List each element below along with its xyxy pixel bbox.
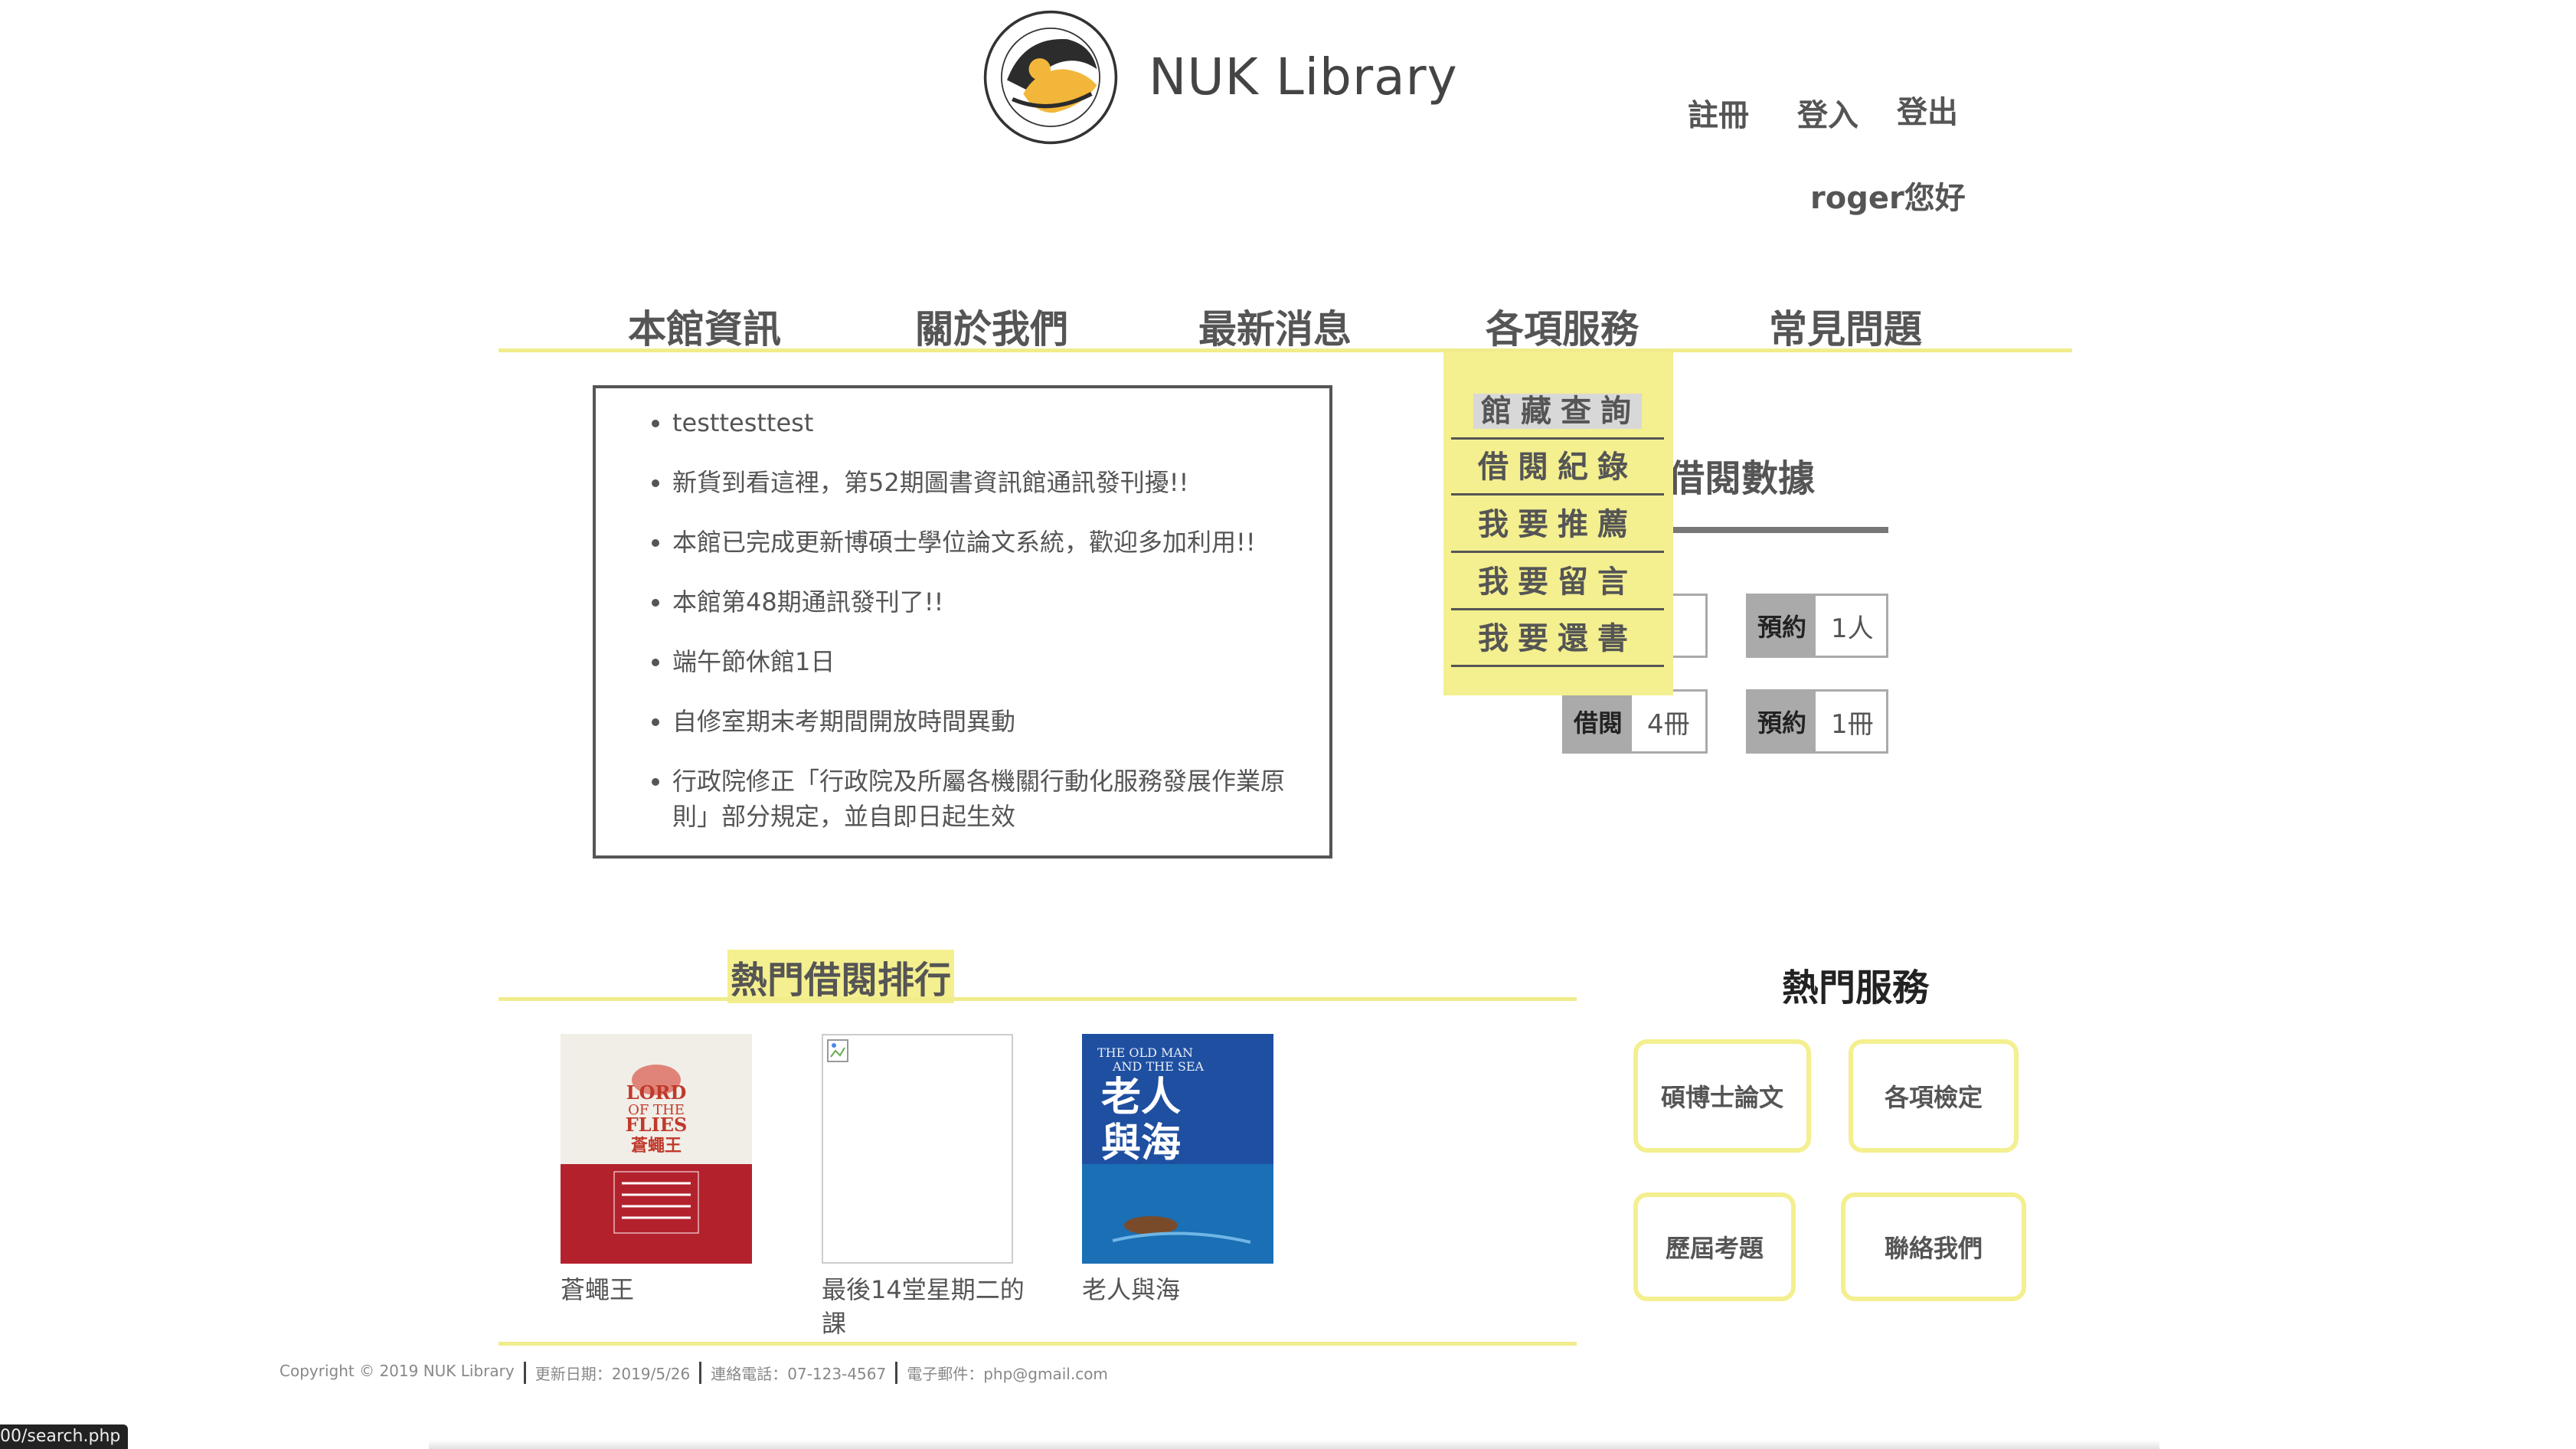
- nav-faq[interactable]: 常見問題: [1769, 299, 1922, 354]
- service-thesis-button[interactable]: 碩博士論文: [1633, 1039, 1811, 1153]
- logout-link[interactable]: 登出: [1897, 87, 1958, 132]
- stat-label: 預約: [1748, 692, 1816, 751]
- news-item[interactable]: 端午節休館1日: [672, 644, 1299, 679]
- university-logo: [983, 10, 1118, 145]
- book-title[interactable]: 蒼蠅王: [561, 1273, 767, 1307]
- book-cover-lord-of-the-flies[interactable]: LORD OF THE FLIES 蒼蠅王: [561, 1034, 752, 1264]
- services-dropdown-menu: 館藏查詢 借閱紀錄 我要推薦 我要留言 我要還書: [1443, 352, 1673, 695]
- stat-reserve-books-box: 預約 1冊: [1746, 689, 1888, 754]
- dropdown-item-recommend[interactable]: 我要推薦: [1451, 500, 1664, 553]
- svg-text:蒼蠅王: 蒼蠅王: [631, 1137, 682, 1156]
- service-contact-button[interactable]: 聯絡我們: [1841, 1192, 2026, 1301]
- dropdown-item-catalog-search[interactable]: 館藏查詢: [1451, 387, 1664, 440]
- user-greeting: roger您好: [1810, 181, 1966, 216]
- stat-value: 1冊: [1831, 708, 1874, 740]
- popular-books-title: 熱門借閱排行: [727, 950, 955, 1003]
- svg-text:FLIES: FLIES: [626, 1114, 688, 1136]
- footer-phone: 連絡電話：07-123-4567: [711, 1362, 898, 1384]
- page-bottom-shadow: [429, 1440, 2159, 1449]
- popular-divider: [499, 997, 1577, 1001]
- register-link[interactable]: 註冊: [1688, 90, 1749, 135]
- dropdown-item-return-book[interactable]: 我要還書: [1451, 614, 1664, 667]
- news-item[interactable]: 本館已完成更新博碩士學位論文系統，歡迎多加利用!!: [672, 525, 1299, 560]
- nav-about-us[interactable]: 關於我們: [915, 299, 1068, 354]
- news-list-box: testtesttest 新貨到看這裡，第52期圖書資訊館通訊發刊擾!! 本館已…: [593, 385, 1332, 859]
- svg-text:LORD: LORD: [626, 1081, 687, 1104]
- news-item[interactable]: 行政院修正「行政院及所屬各機關行動化服務發展作業原則」部分規定，並自即日起生效: [672, 764, 1299, 834]
- broken-image-icon: [827, 1039, 848, 1062]
- svg-text:老人: 老人: [1101, 1074, 1181, 1120]
- stat-borrow-books-box: 借閱 4冊: [1562, 689, 1708, 754]
- svg-text:AND THE SEA: AND THE SEA: [1112, 1059, 1205, 1074]
- book-title[interactable]: 老人與海: [1082, 1273, 1289, 1307]
- site-footer: Copyright © 2019 NUK Library 更新日期：2019/5…: [280, 1362, 1126, 1384]
- footer-copyright: Copyright © 2019 NUK Library: [280, 1362, 526, 1384]
- dropdown-item-borrow-history[interactable]: 借閱紀錄: [1451, 443, 1664, 496]
- svg-text:與海: 與海: [1101, 1120, 1181, 1166]
- stat-label: 借閱: [1564, 692, 1632, 751]
- login-link[interactable]: 登入: [1797, 90, 1858, 135]
- stat-label: 預約: [1748, 596, 1816, 656]
- dropdown-item-leave-message[interactable]: 我要留言: [1451, 558, 1664, 610]
- service-past-papers-button[interactable]: 歷屆考題: [1633, 1192, 1796, 1301]
- hot-services-title: 熱門服務: [1782, 967, 1930, 1009]
- book-title[interactable]: 最後14堂星期二的課: [822, 1273, 1028, 1340]
- nav-services[interactable]: 各項服務: [1486, 299, 1639, 354]
- browser-status-url: 00/search.php: [0, 1424, 129, 1449]
- news-item[interactable]: 本館第48期通訊發刊了!!: [672, 584, 1299, 620]
- news-item[interactable]: 自修室期末考期間開放時間異動: [672, 704, 1299, 739]
- site-brand-title: NUK Library: [1149, 47, 1458, 106]
- nav-latest-news[interactable]: 最新消息: [1198, 299, 1352, 354]
- news-item[interactable]: testtesttest: [672, 405, 1299, 440]
- svg-text:THE OLD MAN: THE OLD MAN: [1097, 1045, 1193, 1060]
- news-item[interactable]: 新貨到看這裡，第52期圖書資訊館通訊發刊擾!!: [672, 465, 1299, 500]
- service-exams-button[interactable]: 各項檢定: [1849, 1039, 2019, 1153]
- nav-library-info[interactable]: 本館資訊: [628, 299, 781, 354]
- book-cover-broken-image[interactable]: [822, 1034, 1013, 1264]
- stat-value: 1人: [1831, 613, 1874, 644]
- popular-bottom-divider: [499, 1342, 1577, 1346]
- footer-update-date: 更新日期：2019/5/26: [535, 1362, 702, 1384]
- book-cover-old-man-and-the-sea[interactable]: THE OLD MAN AND THE SEA 老人 與海: [1082, 1034, 1273, 1264]
- stat-value: 4冊: [1647, 708, 1690, 740]
- dropdown-item-label: 館藏查詢: [1473, 394, 1642, 429]
- stat-reserve-people-box: 預約 1人: [1746, 594, 1888, 658]
- footer-email: 電子郵件：php@gmail.com: [907, 1365, 1108, 1383]
